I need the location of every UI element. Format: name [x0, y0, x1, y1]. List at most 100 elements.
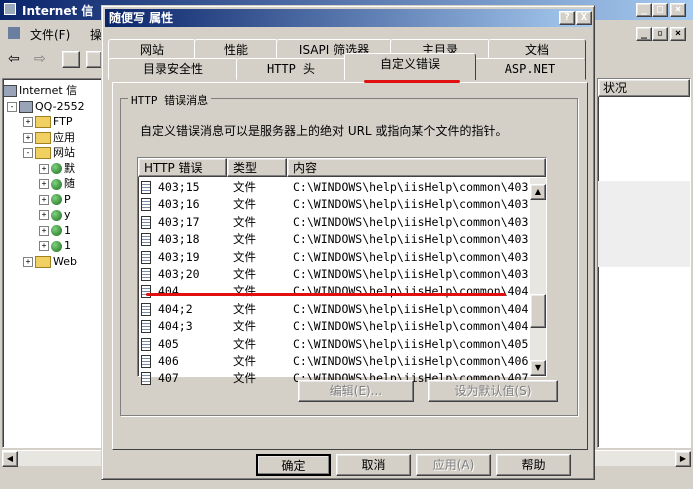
error-code: 406 [158, 354, 179, 368]
tab-aspnet[interactable]: ASP.NET [474, 58, 586, 80]
collapse-icon[interactable]: - [7, 101, 17, 112]
expand-icon[interactable]: + [39, 163, 49, 174]
tree-item[interactable]: + y [39, 207, 71, 222]
error-content: C:\WINDOWS\help\iisHelp\common\406.ht [293, 354, 529, 368]
tree-pane[interactable]: Internet 信 - QQ-2552 + FTP + 应用 - 网站 + 默 + 随 + P + y +1 +1… [2, 78, 102, 448]
error-type: 文件 [233, 249, 256, 264]
dialog-title: 随便写 属性 [109, 11, 174, 25]
error-code: 403;20 [158, 267, 200, 281]
tree-item[interactable]: + Web [23, 254, 77, 269]
tree-item[interactable]: - 网站 [23, 145, 75, 160]
expand-icon[interactable]: + [23, 132, 33, 143]
tree-item[interactable]: - QQ-2552 [7, 99, 85, 114]
maximize-button[interactable]: □ [652, 3, 668, 17]
globe-icon [51, 163, 62, 174]
tree-item[interactable]: + FTP [23, 114, 73, 129]
scroll-up-button[interactable]: ▲ [530, 184, 546, 200]
tree-item[interactable]: + 应用 [23, 130, 75, 145]
collapse-icon[interactable]: - [23, 148, 33, 158]
tree-item[interactable]: + 默 [39, 161, 75, 176]
error-type: 文件 [233, 267, 256, 281]
minimize-button[interactable]: _ [636, 3, 652, 17]
error-row[interactable]: 403;16 文件 C:\WINDOWS\help\iisHelp\common\4… [138, 196, 530, 213]
list-vertical-scrollbar[interactable]: ▲ ▼ [530, 178, 546, 376]
document-icon [141, 355, 151, 368]
child-restore-button[interactable]: ▫ [652, 27, 668, 41]
show-tree-icon[interactable] [86, 51, 102, 68]
help-title-button[interactable]: ? [559, 11, 575, 25]
edit-button[interactable]: 编辑(E)... [298, 380, 414, 402]
apply-button[interactable]: 应用(A) [416, 454, 491, 476]
close-title-button[interactable]: X [576, 11, 592, 25]
error-type: 文件 [233, 214, 256, 229]
forward-arrow-icon[interactable]: ⇨ [34, 51, 46, 67]
document-icon [141, 233, 151, 247]
error-row[interactable]: 403;15 文件 C:\WINDOWS\help\iisHelp\common\4… [138, 179, 530, 196]
tab-http-headers[interactable]: HTTP 头 [236, 58, 346, 80]
folder-icon [35, 147, 51, 159]
child-close-button[interactable]: × [670, 27, 686, 41]
expand-icon[interactable]: + [39, 179, 49, 189]
status-column-header[interactable]: 状况 [598, 79, 690, 97]
expand-icon[interactable]: + [39, 241, 49, 251]
tree-item[interactable]: Internet 信 [3, 83, 77, 98]
tree-item-label: 随 [64, 177, 75, 190]
tree-item[interactable]: +1 [39, 223, 71, 238]
column-header-code[interactable]: HTTP 错误 [138, 158, 227, 177]
iis-icon [4, 3, 16, 15]
tree-item-label: FTP [53, 115, 73, 128]
set-default-button[interactable]: 设为默认值(S) [428, 380, 558, 402]
scroll-right-button[interactable]: ▶ [675, 451, 691, 467]
column-header-type[interactable]: 类型 [227, 158, 287, 177]
error-content: C:\WINDOWS\help\iisHelp\common\404b.ht [293, 319, 529, 334]
error-row[interactable]: 403;19 文件 C:\WINDOWS\help\iisHelp\common\4… [138, 249, 530, 266]
tree-item-label: P [64, 192, 71, 206]
tree-item-label: 网站 [53, 146, 75, 159]
error-row[interactable]: 404;3 文件 C:\WINDOWS\help\iisHelp\common\40… [138, 318, 530, 335]
error-content: C:\WINDOWS\help\iisHelp\common\405.ht [293, 336, 529, 351]
error-row[interactable]: 403;20 文件 C:\WINDOWS\help\iisHelp\common\4… [138, 266, 530, 283]
back-arrow-icon[interactable]: ⇦ [8, 51, 20, 67]
menu-file[interactable]: 文件(F) [30, 26, 70, 43]
expand-icon[interactable]: + [23, 117, 33, 127]
tree-item[interactable]: +1 [39, 238, 71, 253]
error-list[interactable]: HTTP 错误 类型 内容 403;15 文件 C:\WINDOWS\help\ii… [137, 157, 547, 386]
close-button[interactable]: × [670, 3, 686, 17]
computer-icon [19, 100, 33, 113]
up-folder-icon[interactable] [62, 51, 80, 68]
error-code: 404;3 [158, 319, 193, 334]
tab-directory-security[interactable]: 目录安全性 [108, 58, 238, 80]
scroll-down-button[interactable]: ▼ [530, 360, 546, 376]
help-button[interactable]: 帮助 [496, 454, 571, 476]
error-row[interactable]: 403;17 文件 C:\WINDOWS\help\iisHelp\common\4… [138, 214, 530, 231]
error-code: 404 [158, 284, 179, 299]
expand-icon[interactable]: + [23, 256, 33, 267]
column-header-content[interactable]: 内容 [287, 158, 546, 177]
iis-icon [3, 85, 17, 97]
ok-button[interactable]: 确定 [256, 454, 331, 476]
tab-custom-errors[interactable]: 自定义错误 [344, 53, 476, 80]
error-row[interactable]: 406 文件 C:\WINDOWS\help\iisHelp\common\406.… [138, 353, 530, 370]
console-icon [8, 27, 20, 39]
scroll-thumb[interactable] [530, 294, 546, 328]
tree-item[interactable]: + P [39, 192, 71, 207]
child-minimize-button[interactable]: _ [636, 27, 652, 41]
error-row[interactable]: 405 文件 C:\WINDOWS\help\iisHelp\common\405.… [138, 336, 530, 353]
cancel-button[interactable]: 取消 [336, 454, 411, 476]
tree-item-label: 1 [64, 239, 71, 252]
error-content: C:\WINDOWS\help\iisHelp\common\403-... [293, 214, 529, 229]
tree-item-label: 应用 [53, 130, 75, 144]
expand-icon[interactable]: + [39, 210, 49, 220]
expand-icon[interactable]: + [39, 194, 49, 205]
document-icon [141, 337, 151, 351]
error-code: 403;17 [158, 214, 200, 229]
error-row[interactable]: 404;2 文件 C:\WINDOWS\help\iisHelp\common\40… [138, 301, 530, 318]
list-pane[interactable]: 状况 [597, 78, 691, 448]
tree-item[interactable]: + 随 [39, 176, 75, 191]
error-type: 文件 [233, 232, 256, 247]
error-row[interactable]: 403;18 文件 C:\WINDOWS\help\iisHelp\common\4… [138, 231, 530, 248]
error-content: C:\WINDOWS\help\iisHelp\common\403.ht [293, 232, 529, 247]
document-icon [141, 215, 151, 229]
expand-icon[interactable]: + [39, 225, 49, 236]
scroll-left-button[interactable]: ◀ [2, 451, 18, 467]
